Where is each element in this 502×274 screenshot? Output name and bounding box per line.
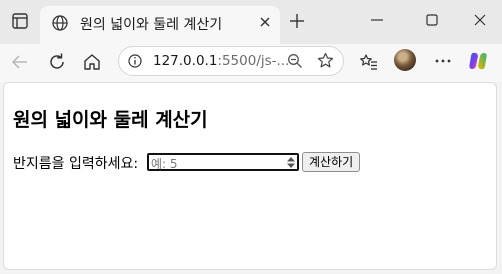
back-arrow-icon[interactable] (10, 52, 30, 72)
avatar[interactable] (394, 49, 416, 71)
spinner-icon[interactable] (286, 156, 296, 169)
page-title: 원의 넓이와 둘레 계산기 (13, 109, 208, 131)
favorites-icon[interactable] (359, 52, 379, 72)
radius-label: 반지름을 입력하세요: (13, 156, 139, 172)
address-bar[interactable]: 127.0.0.1:5500/js-... (118, 46, 344, 76)
calculate-button[interactable]: 계산하기 (302, 152, 361, 172)
reload-icon[interactable] (47, 52, 67, 72)
plus-icon[interactable] (289, 13, 305, 29)
page-viewport: 원의 넓이와 둘레 계산기 반지름을 입력하세요: 예: 5 계산하기 (3, 82, 497, 270)
browser-toolbar: 127.0.0.1:5500/js-... (0, 44, 502, 82)
url-host: 127.0.0.1 (153, 53, 218, 69)
copilot-icon[interactable] (467, 50, 489, 72)
close-window-icon[interactable] (472, 12, 488, 28)
home-icon[interactable] (82, 52, 102, 72)
tab-strip: 원의 넓이와 둘레 계산기 (0, 0, 502, 44)
radius-input[interactable]: 예: 5 (147, 153, 299, 171)
star-icon[interactable] (317, 52, 334, 69)
url-text: 127.0.0.1:5500/js-... (153, 53, 289, 69)
zoom-out-icon[interactable] (287, 53, 303, 69)
close-icon[interactable] (258, 15, 272, 29)
radius-placeholder: 예: 5 (151, 157, 178, 171)
minimize-icon[interactable] (369, 12, 385, 28)
maximize-icon[interactable] (424, 12, 440, 28)
url-path: :5500/js-... (217, 53, 290, 69)
window-icon[interactable] (11, 12, 29, 30)
tab-active[interactable]: 원의 넓이와 둘레 계산기 (40, 6, 280, 44)
tab-title: 원의 넓이와 둘레 계산기 (80, 17, 223, 33)
globe-icon (52, 15, 68, 31)
info-icon[interactable] (128, 54, 142, 68)
more-icon[interactable] (434, 52, 452, 70)
browser-window: 원의 넓이와 둘레 계산기 127.0.0.1:5500/js-... 원의 넓… (0, 0, 502, 274)
